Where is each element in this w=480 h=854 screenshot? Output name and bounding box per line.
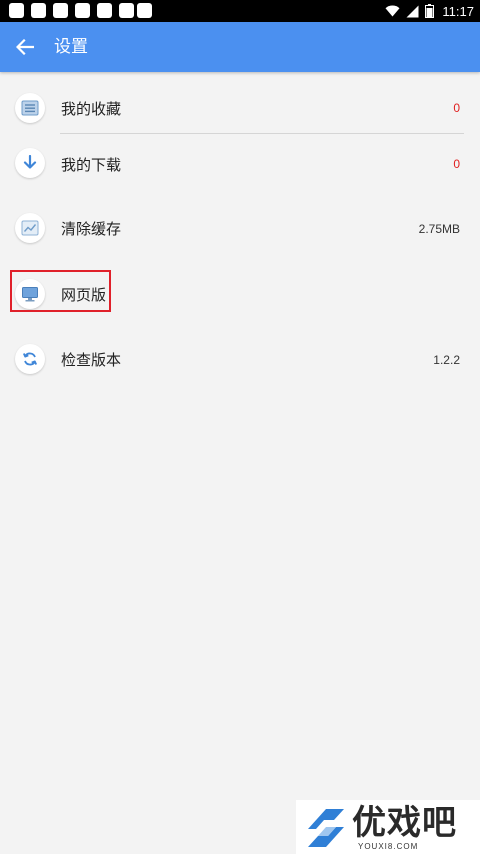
status-time: 11:17 bbox=[442, 3, 474, 19]
settings-item-label: 网页版 bbox=[61, 286, 107, 304]
notification-icon bbox=[53, 3, 68, 18]
clear-cache-icon-badge bbox=[15, 213, 45, 243]
settings-item-downloads[interactable]: 我的下载 0 bbox=[0, 134, 480, 194]
download-icon-badge bbox=[15, 148, 45, 178]
settings-item-label: 清除缓存 bbox=[61, 220, 122, 238]
watermark-logo-icon bbox=[308, 809, 344, 847]
notification-icon bbox=[119, 3, 134, 18]
back-button[interactable] bbox=[12, 34, 38, 60]
watermark-text: 优戏吧 bbox=[352, 803, 457, 843]
download-icon bbox=[23, 155, 37, 169]
wifi-icon bbox=[385, 5, 400, 17]
settings-item-web-version[interactable]: 网页版 bbox=[0, 268, 480, 328]
settings-item-label: 我的收藏 bbox=[61, 100, 122, 118]
clear-cache-icon bbox=[21, 220, 39, 236]
favorites-count: 0 bbox=[453, 101, 460, 115]
favorites-icon-badge bbox=[15, 93, 45, 123]
watermark-domain: YOUXI8.COM bbox=[358, 842, 419, 851]
arrow-left-icon bbox=[16, 39, 34, 55]
version-number: 1.2.2 bbox=[433, 353, 460, 367]
downloads-count: 0 bbox=[453, 157, 460, 171]
status-bar: 11:17 bbox=[0, 0, 480, 22]
favorites-icon bbox=[21, 100, 39, 116]
monitor-icon-badge bbox=[15, 279, 45, 309]
app-bar: 设置 bbox=[0, 22, 480, 72]
page-title: 设置 bbox=[54, 37, 88, 57]
watermark: 优戏吧 YOUXI8.COM bbox=[296, 800, 480, 854]
settings-item-favorites[interactable]: 我的收藏 0 bbox=[0, 72, 480, 132]
notification-icon bbox=[75, 3, 90, 18]
notification-icon bbox=[97, 3, 112, 18]
monitor-icon bbox=[22, 287, 38, 302]
settings-item-label: 检查版本 bbox=[61, 351, 122, 369]
notification-icon bbox=[31, 3, 46, 18]
refresh-icon-badge bbox=[15, 344, 45, 374]
cache-size: 2.75MB bbox=[418, 222, 460, 236]
settings-item-check-version[interactable]: 检查版本 1.2.2 bbox=[0, 334, 480, 394]
notification-icon bbox=[137, 3, 152, 18]
notification-icon bbox=[9, 3, 24, 18]
status-indicators: 11:17 bbox=[385, 0, 474, 22]
battery-icon bbox=[425, 4, 435, 18]
refresh-icon bbox=[22, 352, 38, 366]
settings-item-label: 我的下载 bbox=[61, 156, 122, 174]
settings-item-clear-cache[interactable]: 清除缓存 2.75MB bbox=[0, 202, 480, 262]
signal-icon bbox=[406, 5, 419, 17]
